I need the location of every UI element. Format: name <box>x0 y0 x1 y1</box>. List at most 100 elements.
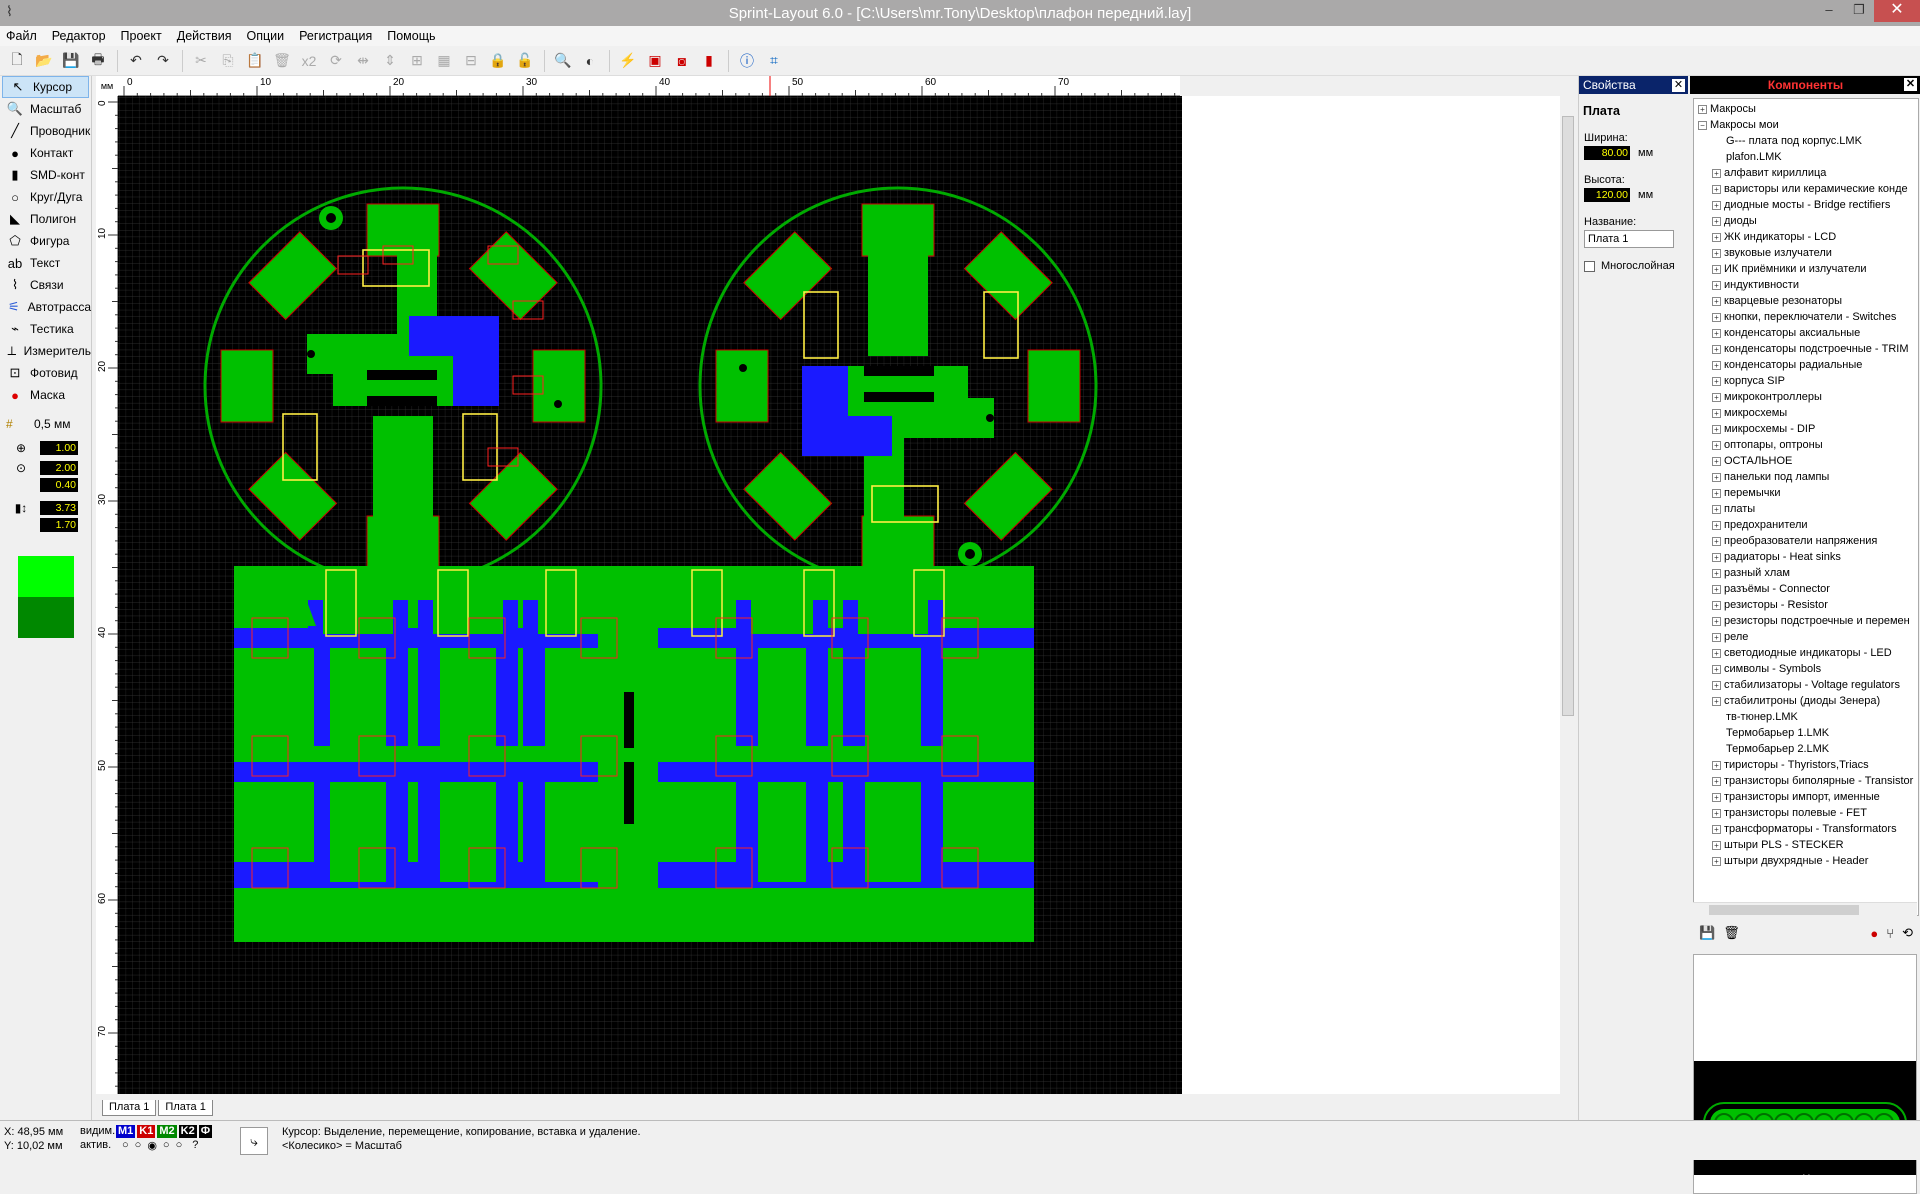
tree-item[interactable]: + преобразователи напряжения <box>1694 533 1918 549</box>
tree-item[interactable]: + разный хлам <box>1694 565 1918 581</box>
layer-f-radio[interactable]: ○ <box>176 1139 183 1151</box>
board-name-input[interactable]: Плата 1 <box>1584 230 1674 248</box>
board-height-input[interactable]: 120.00 <box>1584 188 1630 202</box>
menu-options[interactable]: Опции <box>247 29 285 43</box>
expand-icon[interactable]: + <box>1712 248 1721 258</box>
layer-k1-visible[interactable]: K1 <box>137 1124 156 1138</box>
expand-icon[interactable]: + <box>1712 536 1721 546</box>
tree-item[interactable]: + транзисторы полевые - FET <box>1694 805 1918 821</box>
close-button[interactable]: ✕ <box>1874 0 1920 22</box>
minimize-button[interactable]: – <box>1814 0 1844 22</box>
tree-item[interactable]: + индуктивности <box>1694 277 1918 293</box>
board-width-input[interactable]: 80.00 <box>1584 146 1630 160</box>
expand-icon[interactable]: + <box>1712 440 1721 450</box>
drc-icon[interactable]: ▣ <box>642 49 668 73</box>
smd-height-param[interactable]: 1.70 <box>0 518 91 532</box>
autoroute-icon[interactable]: ⚡ <box>615 49 641 73</box>
expand-icon[interactable]: + <box>1712 552 1721 562</box>
track-width-value[interactable]: 1.00 <box>40 441 78 455</box>
tree-item[interactable]: plafon.LMK <box>1694 149 1918 165</box>
tool-mask[interactable]: ● Маска <box>0 384 91 406</box>
undo-icon[interactable]: ↶ <box>123 49 149 73</box>
delete-icon[interactable]: 🗑 <box>269 49 295 73</box>
tab-board-1[interactable]: Плата 1 <box>102 1100 157 1116</box>
expand-icon[interactable]: + <box>1712 776 1721 786</box>
unlock-icon[interactable]: 🔓 <box>512 49 538 73</box>
tree-item[interactable]: + ИК приёмники и излучатели <box>1694 261 1918 277</box>
tool-photo-view[interactable]: ⊡ Фотовид <box>0 362 91 384</box>
tree-item[interactable]: + Макросы <box>1694 101 1918 117</box>
workspace-outside-board[interactable] <box>1182 96 1560 1094</box>
tool-pad[interactable]: ● Контакт <box>0 142 91 164</box>
maximize-button[interactable]: ❐ <box>1844 0 1874 22</box>
expand-icon[interactable]: + <box>1712 664 1721 674</box>
rotate-icon[interactable]: ⟳ <box>323 49 349 73</box>
tree-item[interactable]: + диоды <box>1694 213 1918 229</box>
scanned-copy-icon[interactable]: ⌗ <box>761 49 787 73</box>
expand-icon[interactable]: + <box>1712 680 1721 690</box>
expand-icon[interactable]: + <box>1712 792 1721 802</box>
tree-item[interactable]: + тиристоры - Thyristors,Triacs <box>1694 757 1918 773</box>
collapse-icon[interactable]: − <box>1698 120 1707 130</box>
layer-k2-radio[interactable]: ○ <box>163 1139 170 1151</box>
smd-height-value[interactable]: 1.70 <box>40 518 78 532</box>
pcb-canvas[interactable] <box>118 96 1182 1094</box>
layer-k1-radio[interactable]: ○ <box>135 1139 142 1151</box>
tree-item[interactable]: + трансформаторы - Transformators <box>1694 821 1918 837</box>
expand-icon[interactable]: + <box>1712 312 1721 322</box>
menu-actions[interactable]: Действия <box>177 29 232 43</box>
new-file-icon[interactable]: 🗋 <box>4 49 30 73</box>
expand-icon[interactable]: + <box>1712 808 1721 818</box>
tree-item[interactable]: + микросхемы - DIP <box>1694 421 1918 437</box>
expand-icon[interactable]: + <box>1712 232 1721 242</box>
close-properties-icon[interactable]: ✕ <box>1672 78 1685 92</box>
tree-item[interactable]: + панельки под лампы <box>1694 469 1918 485</box>
zoom-all-icon[interactable]: 🔍 <box>550 49 576 73</box>
tree-item[interactable]: тв-тюнер.LMK <box>1694 709 1918 725</box>
tool-circle[interactable]: ○ Круг/Дуга <box>0 186 91 208</box>
tree-item[interactable]: + звуковые излучатели <box>1694 245 1918 261</box>
menu-registration[interactable]: Регистрация <box>299 29 372 43</box>
tree-item[interactable]: + конденсаторы радиальные <box>1694 357 1918 373</box>
tree-item[interactable]: + транзисторы импорт, именные <box>1694 789 1918 805</box>
tree-item[interactable]: + разъёмы - Connector <box>1694 581 1918 597</box>
layer-m2-radio[interactable]: ◉ <box>147 1139 157 1152</box>
align-icon[interactable]: ⊞ <box>404 49 430 73</box>
menu-file[interactable]: Файл <box>6 29 37 43</box>
tree-item[interactable]: + ЖК индикаторы - LCD <box>1694 229 1918 245</box>
mirror-h-icon[interactable]: ⇹ <box>350 49 376 73</box>
expand-icon[interactable]: + <box>1712 184 1721 194</box>
tree-item[interactable]: + микросхемы <box>1694 405 1918 421</box>
tree-item[interactable]: + диодные мосты - Bridge rectifiers <box>1694 197 1918 213</box>
menu-help[interactable]: Помощь <box>387 29 435 43</box>
tree-horizontal-scrollbar[interactable] <box>1693 902 1917 916</box>
expand-icon[interactable]: + <box>1712 472 1721 482</box>
expand-icon[interactable]: + <box>1712 584 1721 594</box>
record-icon[interactable]: ● <box>1870 926 1878 941</box>
pad-outer-param[interactable]: ⊙ 2.00 <box>0 458 91 478</box>
tree-item[interactable]: Термобарьер 2.LMK <box>1694 741 1918 757</box>
tree-item[interactable]: + резисторы - Resistor <box>1694 597 1918 613</box>
expand-icon[interactable]: + <box>1712 264 1721 274</box>
tree-item[interactable]: + конденсаторы подстроечные - TRIM <box>1694 341 1918 357</box>
expand-icon[interactable]: + <box>1712 616 1721 626</box>
expand-icon[interactable]: + <box>1712 568 1721 578</box>
expand-icon[interactable]: + <box>1712 296 1721 306</box>
expand-icon[interactable]: + <box>1712 360 1721 370</box>
tree-item[interactable]: + светодиодные индикаторы - LED <box>1694 645 1918 661</box>
tool-autoroute[interactable]: ⚟ Автотрасса <box>0 296 91 318</box>
tree-item[interactable]: + платы <box>1694 501 1918 517</box>
duplicate-button[interactable]: x2 <box>296 49 322 73</box>
expand-icon[interactable]: + <box>1712 760 1721 770</box>
transparency-icon[interactable]: ◐ <box>577 49 603 73</box>
components-tree[interactable]: + Макросы − Макросы мои G--- плата под корпу… <box>1693 98 1919 916</box>
info-icon[interactable]: ⓘ <box>734 49 760 73</box>
refresh-icon[interactable]: ⟲ <box>1902 925 1913 941</box>
tree-item[interactable]: + микроконтроллеры <box>1694 389 1918 405</box>
ungroup-icon[interactable]: ⊟ <box>458 49 484 73</box>
expand-icon[interactable]: + <box>1698 104 1707 114</box>
tool-test[interactable]: ⌁ Тестика <box>0 318 91 340</box>
macro-icon[interactable]: ▮ <box>696 49 722 73</box>
tree-item[interactable]: + оптопары, оптроны <box>1694 437 1918 453</box>
grid-setting[interactable]: # 0,5 мм <box>0 414 91 434</box>
